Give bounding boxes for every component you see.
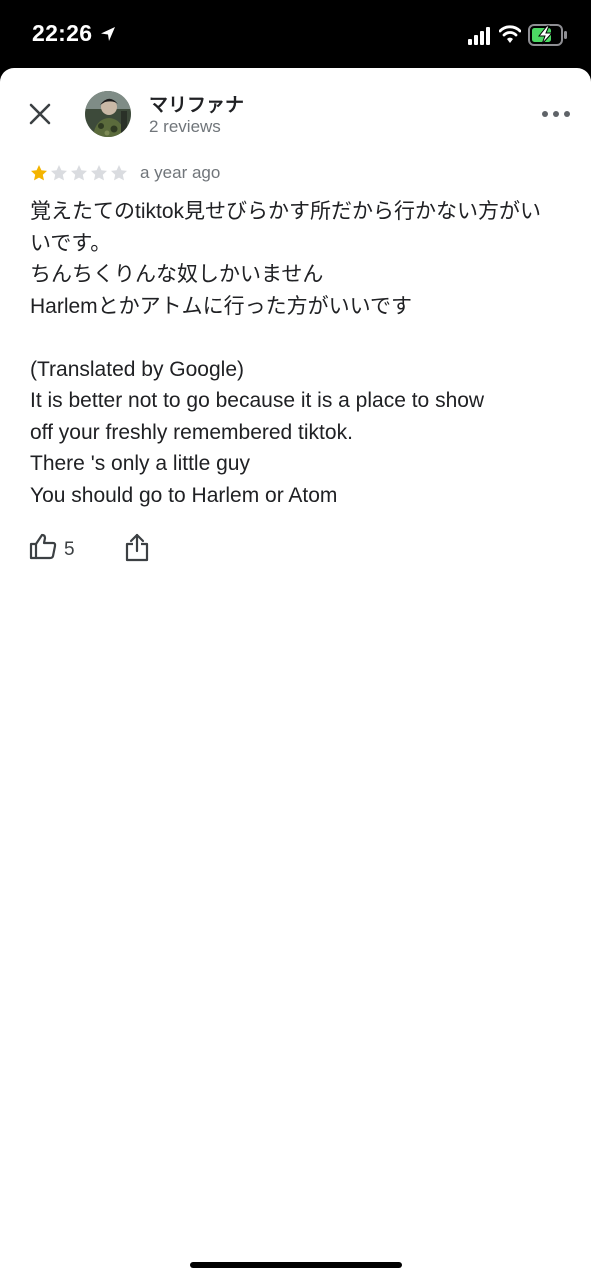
review-date: a year ago (140, 163, 221, 182)
wifi-icon (499, 25, 521, 43)
star-empty-icon (51, 165, 67, 181)
review-sheet: マリファナ 2 reviews a year ago 覚えたてのtiktok見せ… (0, 68, 591, 1280)
star-filled-icon (31, 165, 47, 181)
review-text: 覚えたてのtiktok見せびらかす所だから行かない方がい いです。 ちんちくりん… (30, 196, 565, 511)
star-rating (30, 164, 128, 182)
like-count: 5 (64, 539, 75, 560)
avatar[interactable] (85, 91, 131, 137)
thumbs-up-icon (29, 533, 57, 560)
reviewer-review-count: 2 reviews (149, 117, 221, 136)
translated-line: There 's only a little guy (30, 452, 250, 475)
original-line: 覚えたてのtiktok見せびらかす所だから行かない方がい (30, 200, 542, 223)
home-indicator[interactable] (190, 1262, 402, 1268)
status-bar: 22:26 (0, 0, 591, 70)
star-empty-icon (91, 165, 107, 181)
original-line: ちんちくりんな奴しかいません (30, 263, 324, 286)
share-icon[interactable] (124, 532, 150, 562)
like-button[interactable] (29, 532, 89, 562)
original-line: いです。 (30, 231, 112, 255)
cellular-signal-icon (468, 27, 490, 45)
battery-charging-icon (528, 24, 567, 46)
original-line: Harlemとかアトムに行った方がいいです (30, 294, 413, 318)
translated-line: It is better not to go because it is a p… (30, 389, 485, 412)
translated-line: off your freshly remembered tiktok. (30, 420, 353, 444)
more-horizontal-icon[interactable] (540, 104, 572, 124)
star-empty-icon (111, 165, 127, 181)
translated-line: You should go to Harlem or Atom (30, 483, 338, 507)
reviewer-name[interactable]: マリファナ (149, 90, 244, 117)
translation-note: (Translated by Google) (30, 357, 244, 381)
close-icon[interactable] (26, 100, 54, 128)
location-arrow-icon (101, 27, 115, 41)
status-time: 22:26 (32, 20, 93, 46)
star-empty-icon (71, 165, 87, 181)
